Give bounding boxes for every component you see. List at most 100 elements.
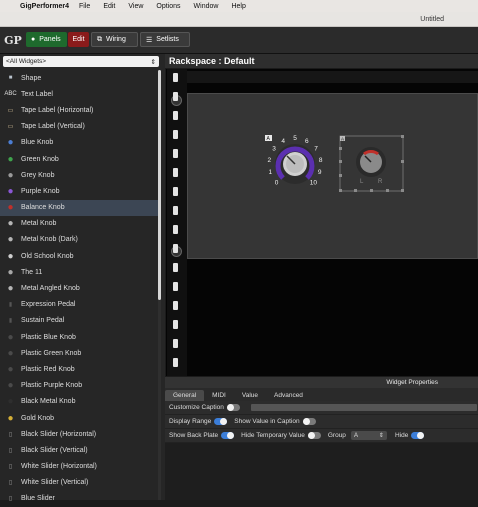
widget-list-item[interactable]: ● Plastic Purple Knob xyxy=(0,378,158,394)
setlists-label: Setlists xyxy=(156,36,179,43)
widget-list-item[interactable]: ■ Shape xyxy=(0,70,158,86)
show-value-caption-toggle[interactable] xyxy=(302,418,316,425)
scrollbar-thumb[interactable] xyxy=(158,70,161,300)
resize-handle[interactable] xyxy=(339,160,342,163)
widget-list-item[interactable]: ▯ Black Slider (Horizontal) xyxy=(0,426,158,442)
menu-view[interactable]: View xyxy=(128,3,143,10)
panel-plate[interactable]: A 0 1 2 3 4 5 6 7 8 9 10 A L R xyxy=(187,93,478,259)
display-range-toggle[interactable] xyxy=(214,418,228,425)
rackspace-canvas[interactable]: A 0 1 2 3 4 5 6 7 8 9 10 A L R xyxy=(166,69,478,376)
widget-list-item[interactable]: ▯ Black Slider (Vertical) xyxy=(0,442,158,458)
purple-knob-widget[interactable]: A 01234 5 678910 xyxy=(265,135,323,186)
black-metal-knob-icon: ● xyxy=(7,396,14,408)
widget-list-item-label: Grey Knob xyxy=(21,171,55,179)
widget-list-item-label: Metal Knob xyxy=(21,220,57,228)
panels-icon: ● xyxy=(31,36,36,43)
resize-handle[interactable] xyxy=(339,147,342,150)
customize-caption-toggle[interactable] xyxy=(226,404,240,411)
tab-value[interactable]: Value xyxy=(234,390,266,401)
menu-edit[interactable]: Edit xyxy=(103,3,115,10)
metal-knob-icon: ● xyxy=(7,218,14,230)
knob1-scale-label: 9 xyxy=(318,169,322,176)
widget-list-item[interactable]: ABC Text Label xyxy=(0,86,158,102)
tape-label-icon: ▭ xyxy=(7,124,14,131)
resize-handle[interactable] xyxy=(401,160,404,163)
hide-toggle[interactable] xyxy=(411,432,425,439)
menu-help[interactable]: Help xyxy=(231,3,245,10)
customize-caption-label: Customize Caption xyxy=(169,404,224,411)
widget-list-item[interactable]: ▯ White Slider (Vertical) xyxy=(0,475,158,491)
setlists-button[interactable]: ☰ Setlists xyxy=(140,32,190,47)
properties-title: Widget Properties xyxy=(165,377,478,388)
widget-filter-select[interactable]: <All Widgets> ⇕ xyxy=(3,56,159,67)
widget-list-scrollbar[interactable] xyxy=(158,70,161,500)
tab-advanced[interactable]: Advanced xyxy=(266,390,311,401)
widget-list-item[interactable]: ● Balance Knob xyxy=(0,199,158,216)
app-menu[interactable]: GigPerformer4 xyxy=(20,3,69,10)
widget-list-item[interactable]: ▭ Tape Label (Horizontal) xyxy=(0,102,158,118)
resize-handle[interactable] xyxy=(401,135,404,138)
resize-handle[interactable] xyxy=(370,189,373,192)
properties-row-display: Display Range Show Value in Caption xyxy=(165,415,478,429)
rack-hole xyxy=(173,130,178,139)
widget-list-item[interactable]: ▮ Sustain Pedal xyxy=(0,313,158,329)
resize-handle[interactable] xyxy=(401,189,404,192)
menu-window[interactable]: Window xyxy=(194,3,219,10)
show-back-plate-toggle[interactable] xyxy=(221,432,235,439)
widget-list-item-label: Sustain Pedal xyxy=(21,317,65,325)
widget-list-item[interactable]: ● Plastic Red Knob xyxy=(0,361,158,377)
menu-file[interactable]: File xyxy=(79,3,90,10)
setlists-icon: ☰ xyxy=(146,36,153,44)
caption-input[interactable] xyxy=(250,404,477,411)
widget-list-item[interactable]: ● Metal Knob (Dark) xyxy=(0,232,158,248)
wiring-icon: ⧉ xyxy=(97,35,102,43)
metal-knob-icon: ● xyxy=(7,283,14,295)
widget-list-item[interactable]: ● Plastic Blue Knob xyxy=(0,329,158,345)
knob1-scale-label: 5 xyxy=(293,135,297,142)
knob1-scale-label: 10 xyxy=(310,179,318,186)
panels-button[interactable]: ● Panels xyxy=(26,32,67,47)
rack-hole xyxy=(173,339,178,348)
balance-knob-widget[interactable]: A L R xyxy=(339,135,404,192)
pedal-icon: ▮ xyxy=(8,302,13,309)
widget-list-item[interactable]: ● Purple Knob xyxy=(0,183,158,199)
gp-logo: GP xyxy=(4,33,22,47)
widget-list-item[interactable]: ● Grey Knob xyxy=(0,167,158,183)
tab-general[interactable]: General xyxy=(165,390,205,401)
widget-list-item[interactable]: ● Gold Knob xyxy=(0,410,158,426)
resize-handle[interactable] xyxy=(354,189,357,192)
widget-list-item[interactable]: ● Plastic Green Knob xyxy=(0,345,158,361)
hide-temp-value-toggle[interactable] xyxy=(307,432,321,439)
widget-list-item[interactable]: ▯ White Slider (Horizontal) xyxy=(0,459,158,475)
resize-handle[interactable] xyxy=(339,189,342,192)
widget-list-item-label: Black Slider (Vertical) xyxy=(21,446,88,454)
widget-list-item[interactable]: ● Metal Knob xyxy=(0,216,158,232)
widget-list-item[interactable]: ● Blue Knob xyxy=(0,135,158,151)
resize-handle[interactable] xyxy=(386,189,389,192)
rack-hole xyxy=(173,320,178,329)
knobs-svg: A 01 234 5 678 910 A L R xyxy=(265,135,404,192)
tab-midi[interactable]: MIDI xyxy=(204,390,234,401)
widget-list-item[interactable]: ● Metal Angled Knob xyxy=(0,280,158,296)
widget-list-item[interactable]: ▮ Expression Pedal xyxy=(0,297,158,313)
widget-list-item[interactable]: ▭ Tape Label (Vertical) xyxy=(0,119,158,135)
shape-icon: ■ xyxy=(8,75,13,82)
widget-list-item[interactable]: ● Old School Knob xyxy=(0,248,158,264)
menu-options[interactable]: Options xyxy=(156,3,180,10)
knob1-scale-label: 2 xyxy=(267,157,271,164)
resize-handle[interactable] xyxy=(339,174,342,177)
widget-list-item-label: Gold Knob xyxy=(21,414,55,422)
knob1-scale-label: 1 xyxy=(268,169,272,176)
panels-label: Panels xyxy=(39,36,61,43)
widget-list-item[interactable]: ● Black Metal Knob xyxy=(0,394,158,410)
widget-list-item[interactable]: ● The 11 xyxy=(0,264,158,280)
wiring-button[interactable]: ⧉ Wiring xyxy=(91,32,138,47)
widget-list-item[interactable]: ● Green Knob xyxy=(0,151,158,167)
group-select[interactable]: A ⇕ xyxy=(350,431,387,440)
rack-hole xyxy=(173,73,178,82)
edit-button[interactable]: Edit xyxy=(68,32,89,47)
rack-hole xyxy=(173,301,178,310)
widget-list-item[interactable]: ▯ Blue Slider xyxy=(0,491,158,507)
widget-list-item-label: Black Slider (Horizontal) xyxy=(21,430,97,438)
blue-knob-icon: ● xyxy=(7,137,14,149)
